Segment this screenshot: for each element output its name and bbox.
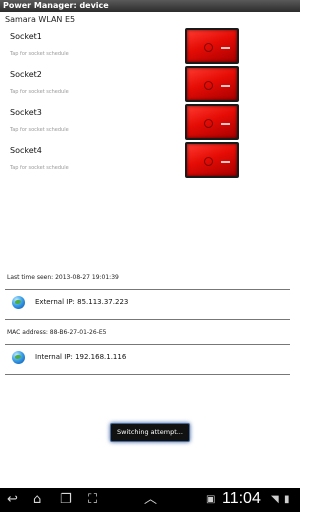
wifi-icon: ◥ (271, 494, 279, 505)
power-on-icon (221, 84, 230, 87)
power-off-icon (204, 119, 213, 128)
mac-address-text: MAC address: 88-B6-27-01-26-E5 (7, 329, 107, 336)
socket-name: Socket4 (10, 146, 42, 155)
power-off-icon (204, 81, 213, 90)
device-name: Samara WLAN E5 (5, 15, 76, 24)
divider (5, 289, 290, 290)
socket-row[interactable]: Socket4 Tap for socket schedule (0, 142, 300, 180)
external-ip-text: External IP: 85.113.37.223 (35, 298, 129, 306)
globe-icon (12, 296, 25, 309)
system-nav-bar: ↩ ⌂ ❐ ⛶ ︿ ▣ 11:04 ◥ ▮ (0, 488, 300, 512)
socket-row[interactable]: Socket2 Tap for socket schedule (0, 66, 300, 104)
socket-toggle-switch[interactable] (185, 104, 239, 140)
battery-icon: ▮ (284, 494, 290, 505)
power-off-icon (204, 157, 213, 166)
socket-schedule-hint: Tap for socket schedule (10, 51, 69, 57)
last-seen-text: Last time seen: 2013-08-27 19:01:39 (7, 274, 119, 281)
socket-name: Socket1 (10, 32, 42, 41)
external-ip-row: External IP: 85.113.37.223 (0, 294, 300, 314)
socket-name: Socket3 (10, 108, 42, 117)
globe-icon (12, 351, 25, 364)
socket-schedule-hint: Tap for socket schedule (10, 89, 69, 95)
screenshot-icon[interactable]: ⛶ (88, 492, 97, 508)
socket-toggle-switch[interactable] (185, 66, 239, 102)
internal-ip-text: Internal IP: 192.168.1.116 (35, 353, 127, 361)
app-title-bar: Power Manager: device (0, 0, 300, 12)
socket-toggle-switch[interactable] (185, 28, 239, 64)
power-on-icon (221, 160, 230, 163)
clock: 11:04 (222, 490, 261, 507)
divider (5, 319, 290, 320)
socket-name: Socket2 (10, 70, 42, 79)
recent-apps-icon[interactable]: ❐ (60, 492, 72, 508)
divider (5, 374, 290, 375)
home-icon[interactable]: ⌂ (33, 492, 41, 508)
socket-schedule-hint: Tap for socket schedule (10, 165, 69, 171)
internal-ip-row: Internal IP: 192.168.1.116 (0, 349, 300, 369)
power-on-icon (221, 46, 230, 49)
socket-row[interactable]: Socket1 Tap for socket schedule (0, 28, 300, 66)
switching-toast: Switching attempt... (110, 423, 190, 442)
socket-row[interactable]: Socket3 Tap for socket schedule (0, 104, 300, 142)
socket-toggle-switch[interactable] (185, 142, 239, 178)
up-chevron-icon[interactable]: ︿ (144, 492, 157, 508)
notification-icon[interactable]: ▣ (206, 494, 215, 506)
power-off-icon (204, 43, 213, 52)
divider (5, 344, 290, 345)
socket-schedule-hint: Tap for socket schedule (10, 127, 69, 133)
power-on-icon (221, 122, 230, 125)
back-icon[interactable]: ↩ (7, 492, 18, 508)
